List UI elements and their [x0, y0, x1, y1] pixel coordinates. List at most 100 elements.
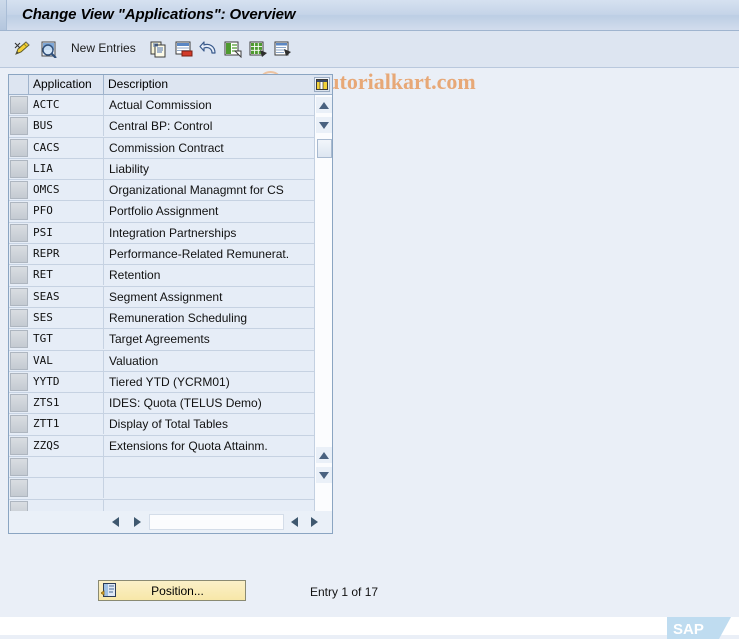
cell-description[interactable]: Extensions for Quota Attainm.: [104, 436, 314, 456]
row-select-button[interactable]: [10, 330, 28, 349]
cell-description[interactable]: IDES: Quota (TELUS Demo): [104, 393, 314, 413]
table-horizontal-scrollbar[interactable]: [9, 511, 332, 533]
delete-row-icon[interactable]: [173, 38, 195, 60]
table-select-icon[interactable]: [222, 38, 244, 60]
table-row[interactable]: ZZQS Extensions for Quota Attainm.: [9, 435, 314, 458]
table-row[interactable]: ZTS1 IDES: Quota (TELUS Demo): [9, 393, 314, 415]
cell-application[interactable]: REPR: [29, 244, 104, 265]
cell-description[interactable]: Integration Partnerships: [104, 223, 314, 243]
table-row[interactable]: RET Retention: [9, 265, 314, 287]
cell-application[interactable]: [29, 499, 104, 511]
scroll-down-icon[interactable]: [316, 117, 332, 133]
row-select-button[interactable]: [10, 436, 28, 455]
cell-application[interactable]: ZZQS: [29, 435, 104, 456]
table-row[interactable]: [9, 457, 314, 479]
row-select-button[interactable]: [10, 117, 28, 136]
cell-application[interactable]: [29, 457, 104, 478]
table-row[interactable]: CACS Commission Contract: [9, 137, 314, 159]
table-row[interactable]: OMCS Organizational Managmnt for CS: [9, 180, 314, 202]
scroll-left-end-icon[interactable]: [286, 514, 302, 530]
row-select-button[interactable]: [10, 500, 28, 511]
row-select-button[interactable]: [10, 202, 28, 221]
cell-application[interactable]: RET: [29, 265, 104, 286]
cell-description[interactable]: Liability: [104, 159, 314, 179]
new-entries-button[interactable]: New Entries: [71, 41, 136, 55]
cell-description[interactable]: Remuneration Scheduling: [104, 308, 314, 328]
row-select-button[interactable]: [10, 308, 28, 327]
cell-description[interactable]: Organizational Managmnt for CS: [104, 180, 314, 200]
table-row[interactable]: REPR Performance-Related Remunerat.: [9, 244, 314, 266]
table-row[interactable]: [9, 499, 314, 511]
copy-icon[interactable]: [148, 38, 170, 60]
table-row[interactable]: [9, 478, 314, 500]
cell-application[interactable]: PFO: [29, 201, 104, 222]
row-select-button[interactable]: [10, 394, 28, 413]
table-row[interactable]: TGT Target Agreements: [9, 329, 314, 351]
table-row[interactable]: PFO Portfolio Assignment: [9, 201, 314, 223]
cell-description[interactable]: Target Agreements: [104, 329, 314, 349]
table-header-description[interactable]: Description: [104, 75, 314, 94]
scroll-page-up-icon[interactable]: [316, 447, 332, 463]
scroll-left-icon[interactable]: [107, 514, 123, 530]
row-select-button[interactable]: [10, 266, 28, 285]
table-row[interactable]: VAL Valuation: [9, 350, 314, 372]
undo-arrow-icon[interactable]: [198, 38, 220, 60]
cell-application[interactable]: VAL: [29, 350, 104, 371]
row-select-button[interactable]: [10, 479, 28, 498]
row-select-button[interactable]: [10, 138, 28, 157]
row-select-button[interactable]: [10, 287, 28, 306]
cell-description[interactable]: Performance-Related Remunerat.: [104, 244, 314, 264]
cell-application[interactable]: ACTC: [29, 95, 104, 115]
row-select-button[interactable]: [10, 415, 28, 434]
cell-description[interactable]: Commission Contract: [104, 138, 314, 158]
scroll-right-end-icon[interactable]: [306, 514, 322, 530]
cell-description[interactable]: Segment Assignment: [104, 287, 314, 307]
table-header-application[interactable]: Application: [29, 75, 104, 94]
horizontal-scrollbar-track[interactable]: [149, 514, 284, 530]
table-block-icon[interactable]: [247, 38, 269, 60]
table-row[interactable]: SEAS Segment Assignment: [9, 286, 314, 308]
cell-application[interactable]: YYTD: [29, 371, 104, 392]
cell-description[interactable]: [104, 457, 314, 477]
table-vertical-scrollbar[interactable]: [314, 95, 332, 511]
cell-application[interactable]: [29, 478, 104, 499]
grid-columns-icon[interactable]: [314, 77, 330, 92]
scroll-page-down-icon[interactable]: [316, 467, 332, 483]
cell-description[interactable]: Tiered YTD (YCRM01): [104, 372, 314, 392]
table-row[interactable]: BUS Central BP: Control: [9, 116, 314, 138]
table-details-icon[interactable]: [272, 38, 294, 60]
scroll-right-icon[interactable]: [129, 514, 145, 530]
cell-application[interactable]: OMCS: [29, 180, 104, 201]
scrollbar-thumb[interactable]: [317, 139, 332, 158]
row-select-button[interactable]: [10, 223, 28, 242]
scroll-up-icon[interactable]: [316, 97, 332, 113]
cell-description[interactable]: Retention: [104, 265, 314, 285]
row-select-button[interactable]: [10, 159, 28, 178]
row-select-button[interactable]: [10, 458, 28, 477]
table-row[interactable]: YYTD Tiered YTD (YCRM01): [9, 371, 314, 394]
cell-application[interactable]: ZTS1: [29, 393, 104, 414]
cell-description[interactable]: Portfolio Assignment: [104, 201, 314, 221]
cell-description[interactable]: [104, 500, 314, 511]
table-row[interactable]: ACTC Actual Commission: [9, 95, 314, 117]
row-select-button[interactable]: [10, 351, 28, 370]
cell-application[interactable]: BUS: [29, 116, 104, 137]
change-display-icon[interactable]: [12, 38, 34, 60]
cell-description[interactable]: Display of Total Tables: [104, 414, 314, 434]
table-row[interactable]: SES Remuneration Scheduling: [9, 307, 314, 330]
cell-application[interactable]: ZTT1: [29, 414, 104, 435]
cell-description[interactable]: [104, 478, 314, 498]
cell-application[interactable]: CACS: [29, 137, 104, 158]
row-select-button[interactable]: [10, 181, 28, 200]
row-select-button[interactable]: [10, 96, 28, 114]
cell-application[interactable]: TGT: [29, 329, 104, 350]
table-row[interactable]: PSI Integration Partnerships: [9, 222, 314, 245]
row-select-button[interactable]: [10, 245, 28, 264]
table-row[interactable]: ZTT1 Display of Total Tables: [9, 414, 314, 436]
display-details-icon[interactable]: [38, 38, 60, 60]
cell-application[interactable]: SES: [29, 307, 104, 328]
cell-application[interactable]: PSI: [29, 222, 104, 243]
row-select-button[interactable]: [10, 372, 28, 391]
position-button[interactable]: Position...: [98, 580, 246, 601]
cell-application[interactable]: LIA: [29, 158, 104, 179]
